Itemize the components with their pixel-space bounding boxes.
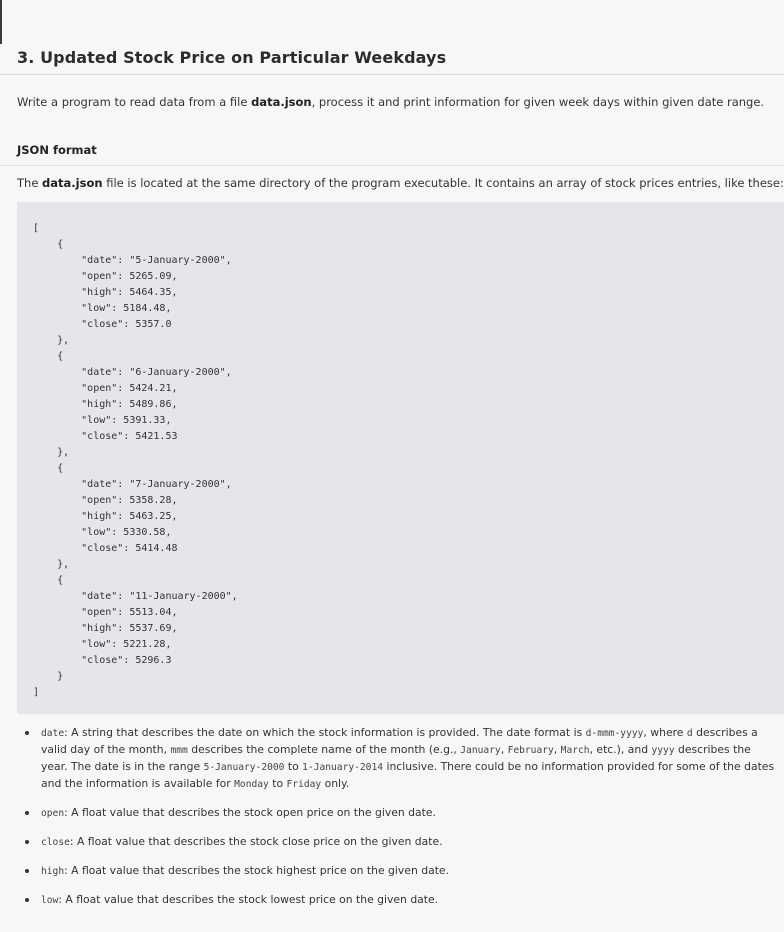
intro-paragraph: Write a program to read data from a file… bbox=[17, 95, 764, 109]
page-title: 3. Updated Stock Price on Particular Wee… bbox=[17, 48, 447, 67]
bullet-icon bbox=[25, 811, 29, 815]
bullet-icon bbox=[25, 731, 29, 735]
month-example-code: March bbox=[560, 745, 590, 756]
field-item-close: close: A float value that describes the … bbox=[17, 834, 779, 851]
field-name-close: close bbox=[41, 837, 70, 848]
date-desc-text: , where bbox=[643, 726, 687, 739]
date-desc-text: , etc.), and bbox=[589, 743, 652, 756]
date-format-code: d-mmm-yyyy bbox=[585, 728, 644, 739]
intro-text-after: , process it and print information for g… bbox=[311, 95, 765, 109]
date-desc-text: describes the complete name of the month… bbox=[187, 743, 461, 756]
json-format-paragraph: The data.json file is located at the sam… bbox=[17, 176, 784, 190]
weekday-code: Friday bbox=[286, 779, 322, 790]
range-start-code: 5-January-2000 bbox=[203, 762, 285, 773]
date-desc-text: , bbox=[553, 743, 561, 756]
field-item-open: open: A float value that describes the s… bbox=[17, 805, 779, 822]
date-desc-text: to bbox=[284, 760, 303, 773]
json-format-heading: JSON format bbox=[17, 143, 97, 157]
date-desc-text: to bbox=[268, 777, 287, 790]
field-desc-open: : A float value that describes the stock… bbox=[64, 806, 436, 819]
left-edge-rule bbox=[0, 0, 2, 44]
bullet-icon bbox=[25, 840, 29, 844]
field-name-high: high bbox=[41, 866, 65, 877]
json-code-sample: [ { "date": "5-January-2000", "open": 52… bbox=[33, 223, 238, 698]
month-token-code: mmm bbox=[170, 745, 188, 756]
weekday-code: Monday bbox=[234, 779, 269, 790]
field-desc-high: : A float value that describes the stock… bbox=[64, 864, 449, 877]
field-name-low: low bbox=[41, 895, 59, 906]
intro-filename: data.json bbox=[251, 95, 312, 109]
json-para-after: file is located at the same directory of… bbox=[102, 176, 784, 190]
date-desc-text: , bbox=[500, 743, 508, 756]
year-token-code: yyyy bbox=[651, 745, 675, 756]
field-name-date: date bbox=[41, 728, 65, 739]
field-desc-low: : A float value that describes the stock… bbox=[58, 893, 439, 906]
range-end-code: 1-January-2014 bbox=[302, 762, 384, 773]
bullet-icon bbox=[25, 898, 29, 902]
field-item-low: low: A float value that describes the st… bbox=[17, 892, 779, 909]
field-descriptions-list: date: A string that describes the date o… bbox=[17, 725, 779, 921]
title-divider bbox=[0, 74, 784, 75]
month-example-code: January bbox=[460, 745, 501, 756]
field-item-date: date: A string that describes the date o… bbox=[17, 725, 779, 793]
date-desc-text: only. bbox=[321, 777, 350, 790]
month-example-code: February bbox=[507, 745, 554, 756]
field-desc-close: : A float value that describes the stock… bbox=[69, 835, 443, 848]
json-para-before: The bbox=[17, 176, 43, 190]
field-item-high: high: A float value that describes the s… bbox=[17, 863, 779, 880]
json-para-filename: data.json bbox=[42, 176, 103, 190]
intro-text-before: Write a program to read data from a file bbox=[17, 95, 252, 109]
bullet-icon bbox=[25, 869, 29, 873]
section-divider bbox=[0, 165, 784, 166]
field-name-open: open bbox=[41, 808, 65, 819]
json-code-block: [ { "date": "5-January-2000", "open": 52… bbox=[17, 202, 784, 714]
date-desc-text: : A string that describes the date on wh… bbox=[64, 726, 586, 739]
